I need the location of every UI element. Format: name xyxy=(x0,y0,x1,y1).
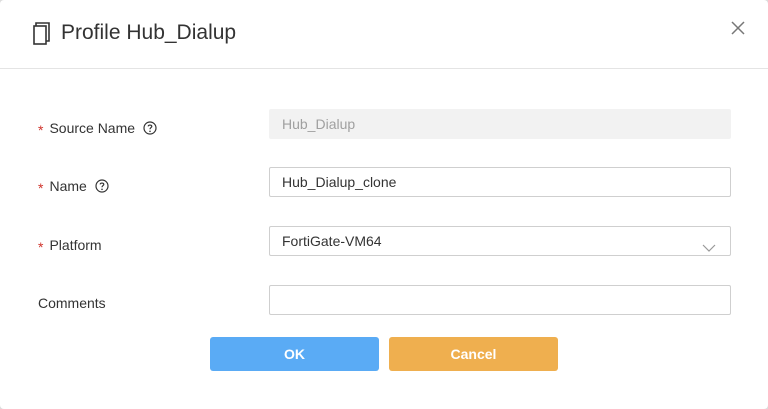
platform-select[interactable]: FortiGate-VM64 xyxy=(269,226,731,256)
cancel-button[interactable]: Cancel xyxy=(389,337,558,371)
chevron-down-icon xyxy=(702,235,716,252)
help-circle-icon[interactable] xyxy=(95,179,109,193)
comments-label: Comments xyxy=(38,295,106,311)
ok-button[interactable]: OK xyxy=(210,337,379,371)
platform-label: Platform xyxy=(49,237,102,253)
dialog-title: Profile Hub_Dialup xyxy=(61,21,237,44)
clone-icon xyxy=(32,20,52,46)
platform-label-row: * Platform xyxy=(38,235,102,255)
platform-selected-value: FortiGate-VM64 xyxy=(282,233,382,249)
required-marker: * xyxy=(38,122,44,138)
comments-label-row: Comments xyxy=(38,293,106,313)
required-marker: * xyxy=(38,239,44,255)
help-circle-icon[interactable] xyxy=(143,121,157,135)
name-input[interactable] xyxy=(269,167,731,197)
name-label-row: * Name xyxy=(38,176,109,196)
source-name-label-row: * Source Name xyxy=(38,118,157,138)
clone-profile-dialog: Profile Hub_Dialup * Source Name Hub_Dia… xyxy=(0,0,768,409)
close-icon[interactable] xyxy=(728,18,748,38)
comments-input[interactable] xyxy=(269,285,731,315)
name-label: Name xyxy=(49,178,87,194)
required-marker: * xyxy=(38,180,44,196)
source-name-field: Hub_Dialup xyxy=(269,109,731,139)
dialog-header: Profile Hub_Dialup xyxy=(0,0,768,69)
source-name-label: Source Name xyxy=(49,120,136,136)
source-name-value: Hub_Dialup xyxy=(282,116,356,132)
